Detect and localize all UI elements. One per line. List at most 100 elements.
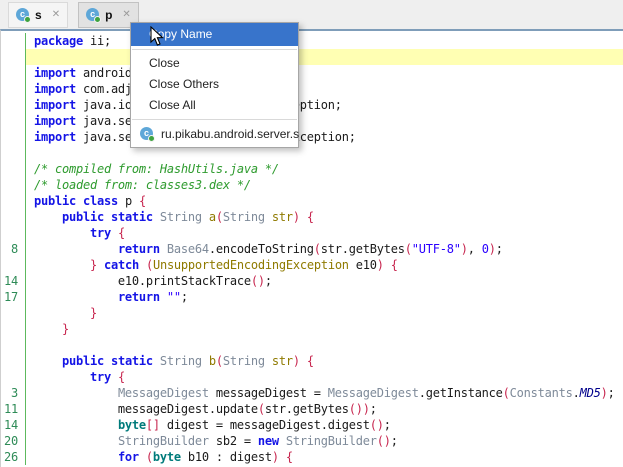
gutter-line-number: 17: [1, 289, 26, 305]
menu-item-ru-pikabu-android-server-s[interactable]: c ru.pikabu.android.server.s: [131, 123, 298, 145]
gutter-line-number: [1, 225, 26, 241]
gutter-line-number: 26: [1, 449, 26, 465]
gutter-line-number: [1, 113, 26, 129]
class-icon: c: [16, 8, 29, 21]
code-line-text: try {: [26, 369, 623, 385]
code-line[interactable]: 3 MessageDigest messageDigest = MessageD…: [1, 385, 623, 401]
menu-item-close[interactable]: Close: [131, 53, 298, 74]
code-line[interactable]: 20 StringBuilder sb2 = new StringBuilder…: [1, 433, 623, 449]
code-line-text: messageDigest.update(str.getBytes());: [26, 401, 623, 417]
gutter-line-number: [1, 33, 26, 49]
code-line[interactable]: import java.security.MessageDigest;: [1, 113, 623, 129]
menu-separator: [132, 49, 297, 50]
menu-separator: [132, 119, 297, 120]
code-line-text: e10.printStackTrace();: [26, 273, 623, 289]
gutter-line-number: [1, 209, 26, 225]
code-line[interactable]: /* loaded from: classes3.dex */: [1, 177, 623, 193]
class-icon: c: [140, 127, 153, 140]
code-line[interactable]: 11 messageDigest.update(str.getBytes());: [1, 401, 623, 417]
code-line-text: import android.util.Base64;: [26, 65, 623, 81]
tab-label: p: [105, 8, 112, 22]
gutter-line-number: [1, 81, 26, 97]
code-line[interactable]: /* compiled from: HashUtils.java */: [1, 161, 623, 177]
code-line-text: [26, 49, 623, 65]
code-line[interactable]: public static String b(String str) {: [1, 353, 623, 369]
code-line[interactable]: }: [1, 305, 623, 321]
menu-item-label: Close All: [149, 98, 196, 112]
code-line[interactable]: [1, 337, 623, 353]
gutter-line-number: [1, 305, 26, 321]
tab-bar: c s ✕ c p ✕: [0, 0, 623, 29]
code-line[interactable]: 14 byte[] digest = messageDigest.digest(…: [1, 417, 623, 433]
gutter-line-number: [1, 321, 26, 337]
mouse-cursor: [150, 26, 164, 47]
modified-dot-icon: [94, 16, 101, 23]
code-line[interactable]: try {: [1, 225, 623, 241]
gutter-line-number: 3: [1, 385, 26, 401]
code-line[interactable]: import java.io.UnsupportedEncodingExcept…: [1, 97, 623, 113]
code-line[interactable]: import java.security.NoSuchAlgorithmExce…: [1, 129, 623, 145]
gutter-line-number: 20: [1, 433, 26, 449]
menu-item-close-all[interactable]: Close All: [131, 95, 298, 116]
gutter-line-number: [1, 177, 26, 193]
code-line[interactable]: public static String a(String str) {: [1, 209, 623, 225]
gutter-line-number: [1, 65, 26, 81]
gutter-line-number: [1, 161, 26, 177]
gutter-line-number: [1, 193, 26, 209]
code-line[interactable]: import com.adjust.sdk.Constants;: [1, 81, 623, 97]
code-editor[interactable]: package ii;import android.util.Base64;im…: [0, 29, 623, 467]
menu-item-label: Close: [149, 56, 180, 70]
code-line-text: /* compiled from: HashUtils.java */: [26, 161, 623, 177]
modified-dot-icon: [24, 16, 31, 23]
gutter-line-number: [1, 129, 26, 145]
code-line[interactable]: 26 for (byte b10 : digest) {: [1, 449, 623, 465]
gutter-line-number: 14: [1, 273, 26, 289]
code-line[interactable]: 14 e10.printStackTrace();: [1, 273, 623, 289]
gutter-line-number: 11: [1, 401, 26, 417]
code-line[interactable]: }: [1, 321, 623, 337]
code-line-text: import com.adjust.sdk.Constants;: [26, 81, 623, 97]
gutter-line-number: [1, 353, 26, 369]
menu-item-close-others[interactable]: Close Others: [131, 74, 298, 95]
code-line-text: [26, 145, 623, 161]
code-line[interactable]: [1, 145, 623, 161]
gutter-line-number: [1, 257, 26, 273]
code-line-text: import java.security.MessageDigest;: [26, 113, 623, 129]
menu-item-label: ru.pikabu.android.server.s: [161, 127, 299, 141]
tab-label: s: [35, 8, 42, 22]
code-line-text: public static String a(String str) {: [26, 209, 623, 225]
code-line-text: } catch (UnsupportedEncodingException e1…: [26, 257, 623, 273]
code-line[interactable]: public class p {: [1, 193, 623, 209]
code-line-text: import java.io.UnsupportedEncodingExcept…: [26, 97, 623, 113]
code-line-text: return Base64.encodeToString(str.getByte…: [26, 241, 623, 257]
code-line-text: }: [26, 305, 623, 321]
class-icon: c: [86, 8, 99, 21]
code-line-text: try {: [26, 225, 623, 241]
gutter-line-number: [1, 337, 26, 353]
code-line[interactable]: package ii;: [1, 33, 623, 49]
gutter-line-number: [1, 369, 26, 385]
code-line-text: }: [26, 321, 623, 337]
code-line[interactable]: 8 return Base64.encodeToString(str.getBy…: [1, 241, 623, 257]
code-line[interactable]: } catch (UnsupportedEncodingException e1…: [1, 257, 623, 273]
code-area: package ii;import android.util.Base64;im…: [1, 31, 623, 465]
code-line-text: byte[] digest = messageDigest.digest();: [26, 417, 623, 433]
code-line-text: return "";: [26, 289, 623, 305]
code-line[interactable]: [1, 49, 623, 65]
code-line-text: /* loaded from: classes3.dex */: [26, 177, 623, 193]
gutter-line-number: 8: [1, 241, 26, 257]
tab-s[interactable]: c s ✕: [8, 2, 68, 28]
menu-item-label: Close Others: [149, 77, 219, 91]
code-line[interactable]: import android.util.Base64;: [1, 65, 623, 81]
code-line-text: [26, 337, 623, 353]
code-line-text: for (byte b10 : digest) {: [26, 449, 623, 465]
gutter-line-number: [1, 49, 26, 65]
code-line-text: package ii;: [26, 33, 623, 49]
code-line[interactable]: 17 return "";: [1, 289, 623, 305]
gutter-line-number: 14: [1, 417, 26, 433]
close-icon[interactable]: ✕: [122, 9, 130, 20]
code-line-text: import java.security.NoSuchAlgorithmExce…: [26, 129, 623, 145]
gutter-line-number: [1, 145, 26, 161]
close-icon[interactable]: ✕: [52, 9, 60, 20]
code-line[interactable]: try {: [1, 369, 623, 385]
